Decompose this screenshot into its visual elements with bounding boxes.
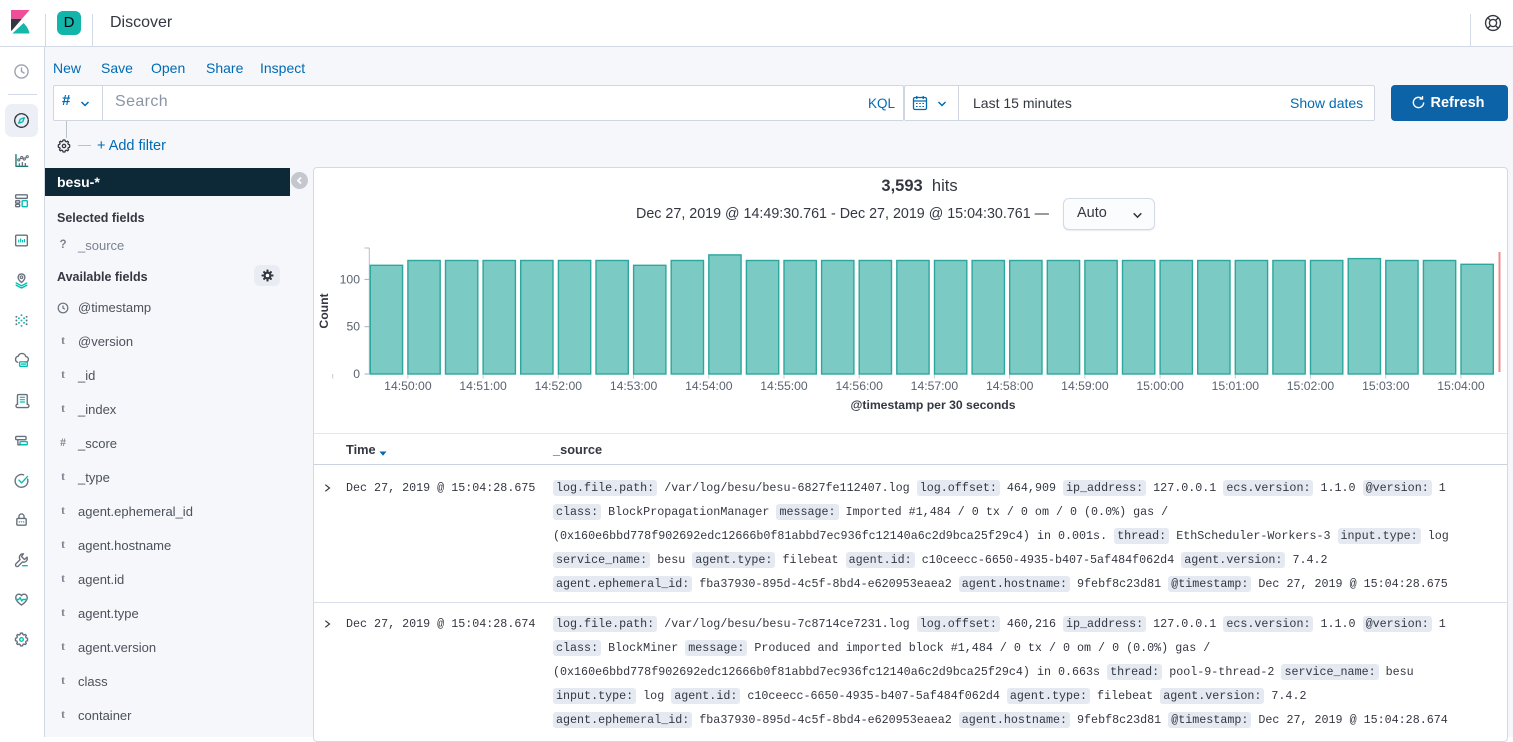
- svg-text:14:51:00: 14:51:00: [459, 379, 507, 393]
- svg-text:14:59:00: 14:59:00: [1061, 379, 1109, 393]
- svg-text:100: 100: [340, 272, 361, 286]
- svg-text:14:50:00: 14:50:00: [384, 379, 432, 393]
- svg-text:15:01:00: 15:01:00: [1212, 379, 1260, 393]
- svg-text:0: 0: [353, 367, 360, 381]
- svg-text:15:03:00: 15:03:00: [1362, 379, 1410, 393]
- svg-text:14:57:00: 14:57:00: [911, 379, 959, 393]
- svg-text:14:55:00: 14:55:00: [760, 379, 808, 393]
- svg-text:14:56:00: 14:56:00: [835, 379, 883, 393]
- svg-text:15:02:00: 15:02:00: [1287, 379, 1335, 393]
- svg-text:15:04:00: 15:04:00: [1437, 379, 1485, 393]
- svg-text:50: 50: [346, 320, 360, 334]
- svg-text:15:00:00: 15:00:00: [1136, 379, 1184, 393]
- svg-text:14:53:00: 14:53:00: [610, 379, 658, 393]
- svg-text:14:54:00: 14:54:00: [685, 379, 733, 393]
- svg-text:Count: Count: [317, 293, 331, 328]
- svg-text:14:58:00: 14:58:00: [986, 379, 1034, 393]
- svg-text:@timestamp per 30 seconds: @timestamp per 30 seconds: [851, 398, 1016, 412]
- svg-text:14:52:00: 14:52:00: [535, 379, 583, 393]
